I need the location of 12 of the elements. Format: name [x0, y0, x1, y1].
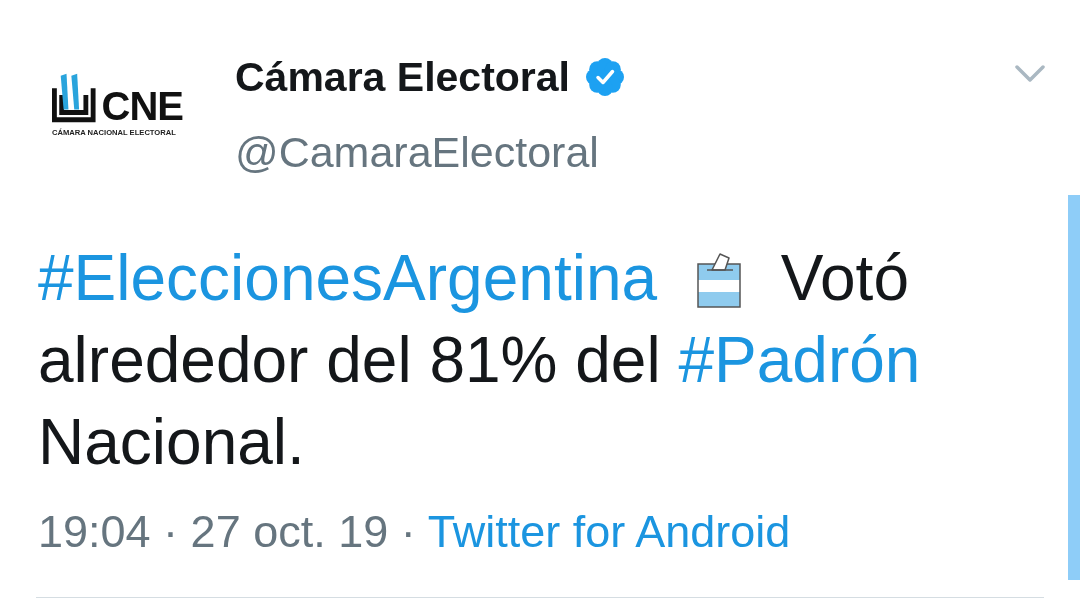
chevron-down-icon[interactable] — [1015, 65, 1045, 82]
hashtag-link[interactable]: #EleccionesArgentina — [38, 242, 658, 314]
logo-mark-icon — [52, 73, 96, 123]
account-handle[interactable]: @CamaraElectoral — [235, 128, 624, 176]
ballot-box-icon — [696, 250, 741, 308]
scrollbar[interactable] — [1068, 195, 1080, 580]
hashtag-link[interactable]: #Padrón — [678, 324, 921, 396]
tweet-timestamp: 19:04 · 27 oct. 19 · — [38, 505, 416, 559]
account-name[interactable]: Cámara Electoral — [235, 53, 570, 101]
logo-acronym: CNE — [101, 89, 183, 123]
tweet-text: #EleccionesArgentina Votó alrededor del 81% del #Padrón Nacional. — [38, 241, 922, 480]
tweet-source-link[interactable]: Twitter for Android — [427, 504, 791, 560]
